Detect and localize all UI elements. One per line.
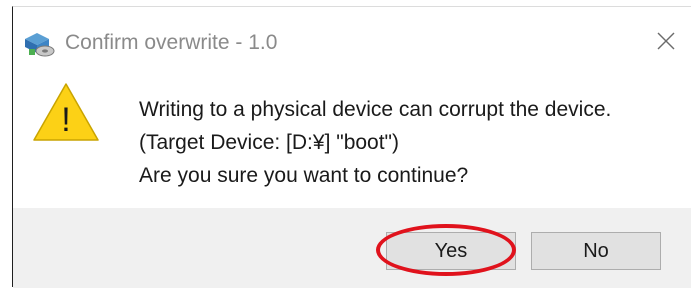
yes-button[interactable]: Yes [386, 232, 516, 270]
title-bar: Confirm overwrite - 1.0 [13, 7, 691, 71]
confirm-overwrite-dialog: Confirm overwrite - 1.0 ! Writing to a p… [12, 6, 691, 288]
message-line-3: Are you sure you want to continue? [139, 164, 469, 187]
message-line-1: Writing to a physical device can corrupt… [139, 98, 612, 121]
disk-writer-icon [19, 29, 59, 59]
close-button[interactable] [643, 23, 689, 63]
warning-icon: ! [31, 81, 101, 143]
dialog-message: Writing to a physical device can corrupt… [139, 93, 611, 192]
window-title: Confirm overwrite - 1.0 [65, 31, 278, 54]
dialog-footer: Yes No [13, 208, 691, 288]
no-button[interactable]: No [531, 232, 661, 270]
message-line-2: (Target Device: [D:¥] "boot") [139, 131, 400, 154]
close-icon [656, 31, 676, 56]
dialog-content: ! Writing to a physical device can corru… [13, 71, 691, 208]
warning-glyph: ! [61, 101, 70, 139]
